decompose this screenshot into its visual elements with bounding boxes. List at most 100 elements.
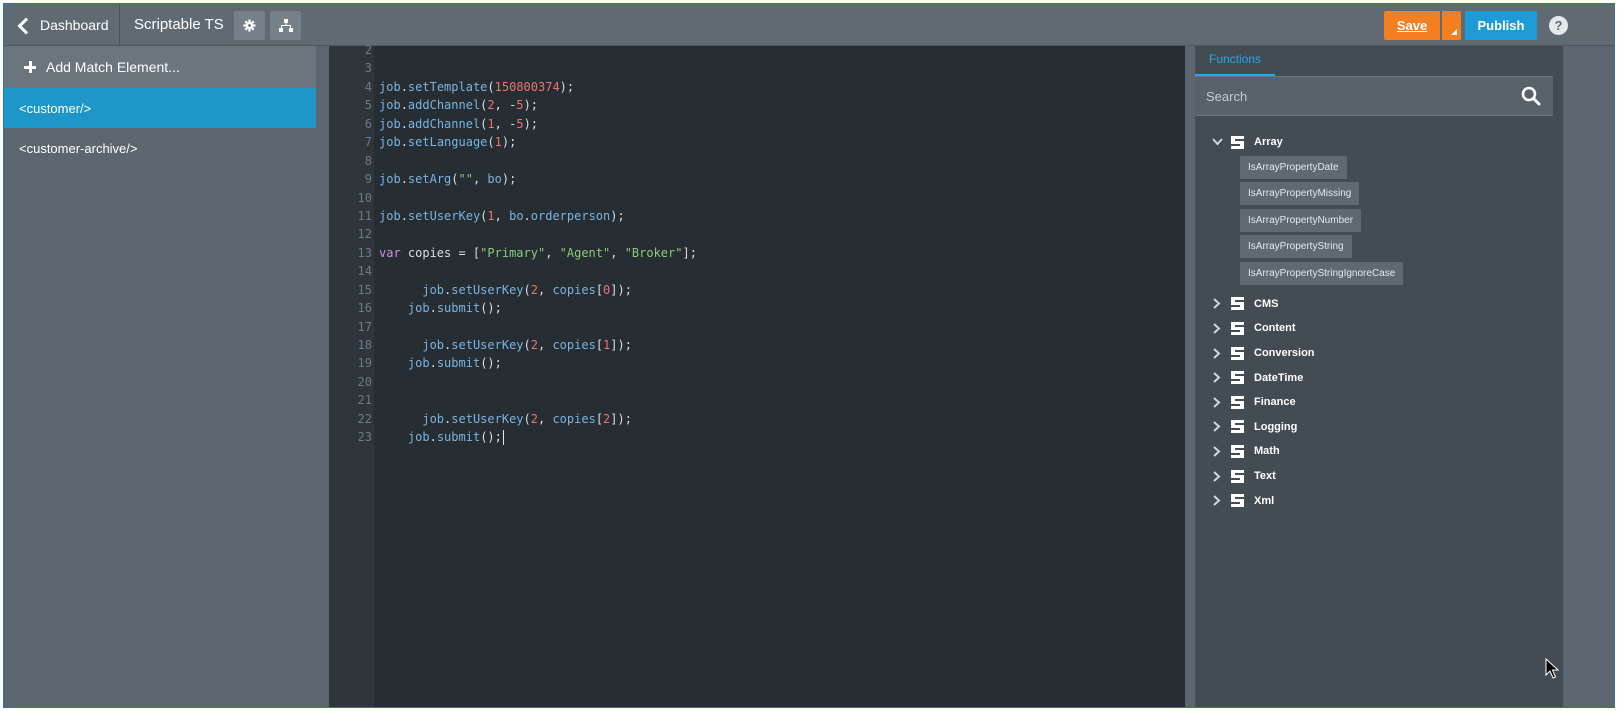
code-line[interactable]: 9 job.setArg("", bo); (329, 170, 1185, 188)
code-line[interactable]: 2 (329, 41, 1185, 59)
code-text[interactable]: job.submit(); (372, 428, 504, 446)
code-text[interactable]: job.setUserKey(2, copies[0]); (372, 281, 632, 299)
chevron-right-icon[interactable] (1209, 443, 1225, 459)
code-text[interactable]: job.setUserKey(2, copies[2]); (372, 410, 632, 428)
chevron-right-icon[interactable] (1209, 419, 1225, 435)
help-icon[interactable]: ? (1549, 16, 1568, 35)
code-line[interactable]: 7 job.setLanguage(1); (329, 133, 1185, 151)
code-line[interactable]: 18 job.setUserKey(2, copies[1]); (329, 336, 1185, 354)
code-text[interactable]: job.setTemplate(150800374); (372, 78, 574, 96)
chevron-right-icon[interactable] (1209, 493, 1225, 509)
code-line[interactable]: 8 (329, 152, 1185, 170)
editor-scrollbar[interactable] (1185, 46, 1195, 707)
function-item[interactable]: IsArrayPropertyNumber (1240, 208, 1362, 232)
code-text[interactable]: job.setUserKey(1, bo.orderperson); (372, 207, 625, 225)
code-line[interactable]: 16 job.submit(); (329, 299, 1185, 317)
code-editor[interactable]: 2 3 4 job.setTemplate(150800374); 5 job.addCh… (329, 43, 1195, 707)
category-content[interactable]: Content (1195, 316, 1553, 341)
chevron-left-icon (17, 17, 35, 34)
category-label: Conversion (1254, 347, 1315, 360)
code-text[interactable]: job.submit(); (372, 354, 502, 372)
function-item[interactable]: IsArrayPropertyDate (1240, 155, 1347, 179)
code-text[interactable]: job.setUserKey(2, copies[1]); (372, 336, 632, 354)
category-xml[interactable]: Xml (1195, 488, 1553, 513)
match-element-item[interactable]: <customer/> (4, 88, 316, 128)
function-item[interactable]: IsArrayPropertyStringIgnoreCase (1240, 261, 1404, 285)
tab-functions[interactable]: Functions (1195, 46, 1275, 76)
search-icon[interactable] (1521, 86, 1541, 106)
code-line[interactable]: 15 job.setUserKey(2, copies[0]); (329, 281, 1185, 299)
code-text[interactable] (372, 391, 379, 409)
category-text[interactable]: Text (1195, 464, 1553, 489)
save-button[interactable]: Save (1384, 11, 1440, 40)
functions-tabs: Functions (1195, 46, 1553, 76)
publish-button[interactable]: Publish (1465, 11, 1537, 40)
code-text[interactable] (372, 59, 379, 77)
code-text[interactable] (372, 189, 379, 207)
chevron-right-icon[interactable] (1209, 394, 1225, 410)
search-input[interactable] (1195, 77, 1515, 115)
code-line[interactable]: 13 var copies = ["Primary", "Agent", "Bro… (329, 244, 1185, 262)
code-text[interactable]: job.setArg("", bo); (372, 170, 516, 188)
code-lines[interactable]: 2 3 4 job.setTemplate(150800374); 5 job.addCh… (329, 41, 1185, 447)
chevron-right-icon[interactable] (1209, 320, 1225, 336)
line-number: 11 (357, 208, 372, 223)
code-text[interactable]: job.addChannel(2, -5); (372, 96, 538, 114)
line-number: 21 (357, 393, 372, 408)
functions-scrollbar[interactable] (1553, 46, 1563, 707)
code-line[interactable]: 17 (329, 318, 1185, 336)
code-line[interactable]: 10 (329, 189, 1185, 207)
code-text[interactable] (372, 152, 379, 170)
chevron-right-icon[interactable] (1209, 468, 1225, 484)
code-text[interactable]: job.setLanguage(1); (372, 133, 516, 151)
chevron-right-icon[interactable] (1209, 370, 1225, 386)
category-logging[interactable]: Logging (1195, 415, 1553, 440)
structure-button[interactable] (270, 11, 301, 40)
code-text[interactable] (372, 225, 379, 243)
line-number: 7 (364, 135, 372, 150)
category-array[interactable]: Array (1195, 130, 1553, 155)
category-cms[interactable]: CMS (1195, 292, 1553, 317)
code-line[interactable]: 19 job.submit(); (329, 354, 1185, 372)
category-label: Finance (1254, 396, 1296, 409)
save-dropdown-toggle[interactable] (1442, 11, 1461, 40)
function-item[interactable]: IsArrayPropertyString (1240, 235, 1352, 259)
code-line[interactable]: 12 (329, 225, 1185, 243)
code-line[interactable]: 22 job.setUserKey(2, copies[2]); (329, 410, 1185, 428)
code-text[interactable]: job.addChannel(1, -5); (372, 115, 538, 133)
code-line[interactable]: 4 job.setTemplate(150800374); (329, 78, 1185, 96)
code-line[interactable]: 21 (329, 391, 1185, 409)
dashboard-back-button[interactable]: Dashboard (4, 4, 119, 46)
code-line[interactable]: 14 (329, 262, 1185, 280)
code-line[interactable]: 5 job.addChannel(2, -5); (329, 96, 1185, 114)
code-text[interactable] (372, 41, 379, 59)
code-line[interactable]: 3 (329, 59, 1185, 77)
function-item[interactable]: IsArrayPropertyMissing (1240, 182, 1360, 206)
category-finance[interactable]: Finance (1195, 390, 1553, 415)
code-line[interactable]: 23 job.submit(); (329, 428, 1185, 446)
code-line[interactable]: 20 (329, 373, 1185, 391)
match-element-item[interactable]: <customer-archive/> (4, 128, 316, 168)
code-text[interactable] (372, 373, 379, 391)
category-conversion[interactable]: Conversion (1195, 341, 1553, 366)
chevron-down-icon[interactable] (1209, 134, 1225, 150)
category-datetime[interactable]: DateTime (1195, 365, 1553, 390)
code-line[interactable]: 11 job.setUserKey(1, bo.orderperson); (329, 207, 1185, 225)
code-text[interactable] (372, 318, 379, 336)
add-match-element-button[interactable]: Add Match Element... (4, 46, 316, 88)
script-module-icon (1229, 321, 1246, 336)
function-list: IsArrayPropertyDate IsArrayPropertyMissin… (1195, 155, 1553, 289)
category-math[interactable]: Math (1195, 439, 1553, 464)
code-text[interactable]: job.submit(); (372, 299, 502, 317)
chevron-right-icon[interactable] (1209, 345, 1225, 361)
line-number: 18 (357, 338, 372, 352)
function-tree: Array IsArrayPropertyDate IsArrayPropertyM… (1195, 130, 1553, 513)
line-number: 13 (357, 245, 372, 260)
panel-edge (1563, 46, 1614, 707)
settings-button[interactable] (234, 11, 265, 40)
code-text[interactable]: var copies = ["Primary", "Agent", "Broke… (372, 244, 697, 262)
code-text[interactable] (372, 262, 379, 280)
chevron-right-icon[interactable] (1209, 296, 1225, 312)
code-line[interactable]: 6 job.addChannel(1, -5); (329, 115, 1185, 133)
line-number: 3 (364, 61, 372, 76)
